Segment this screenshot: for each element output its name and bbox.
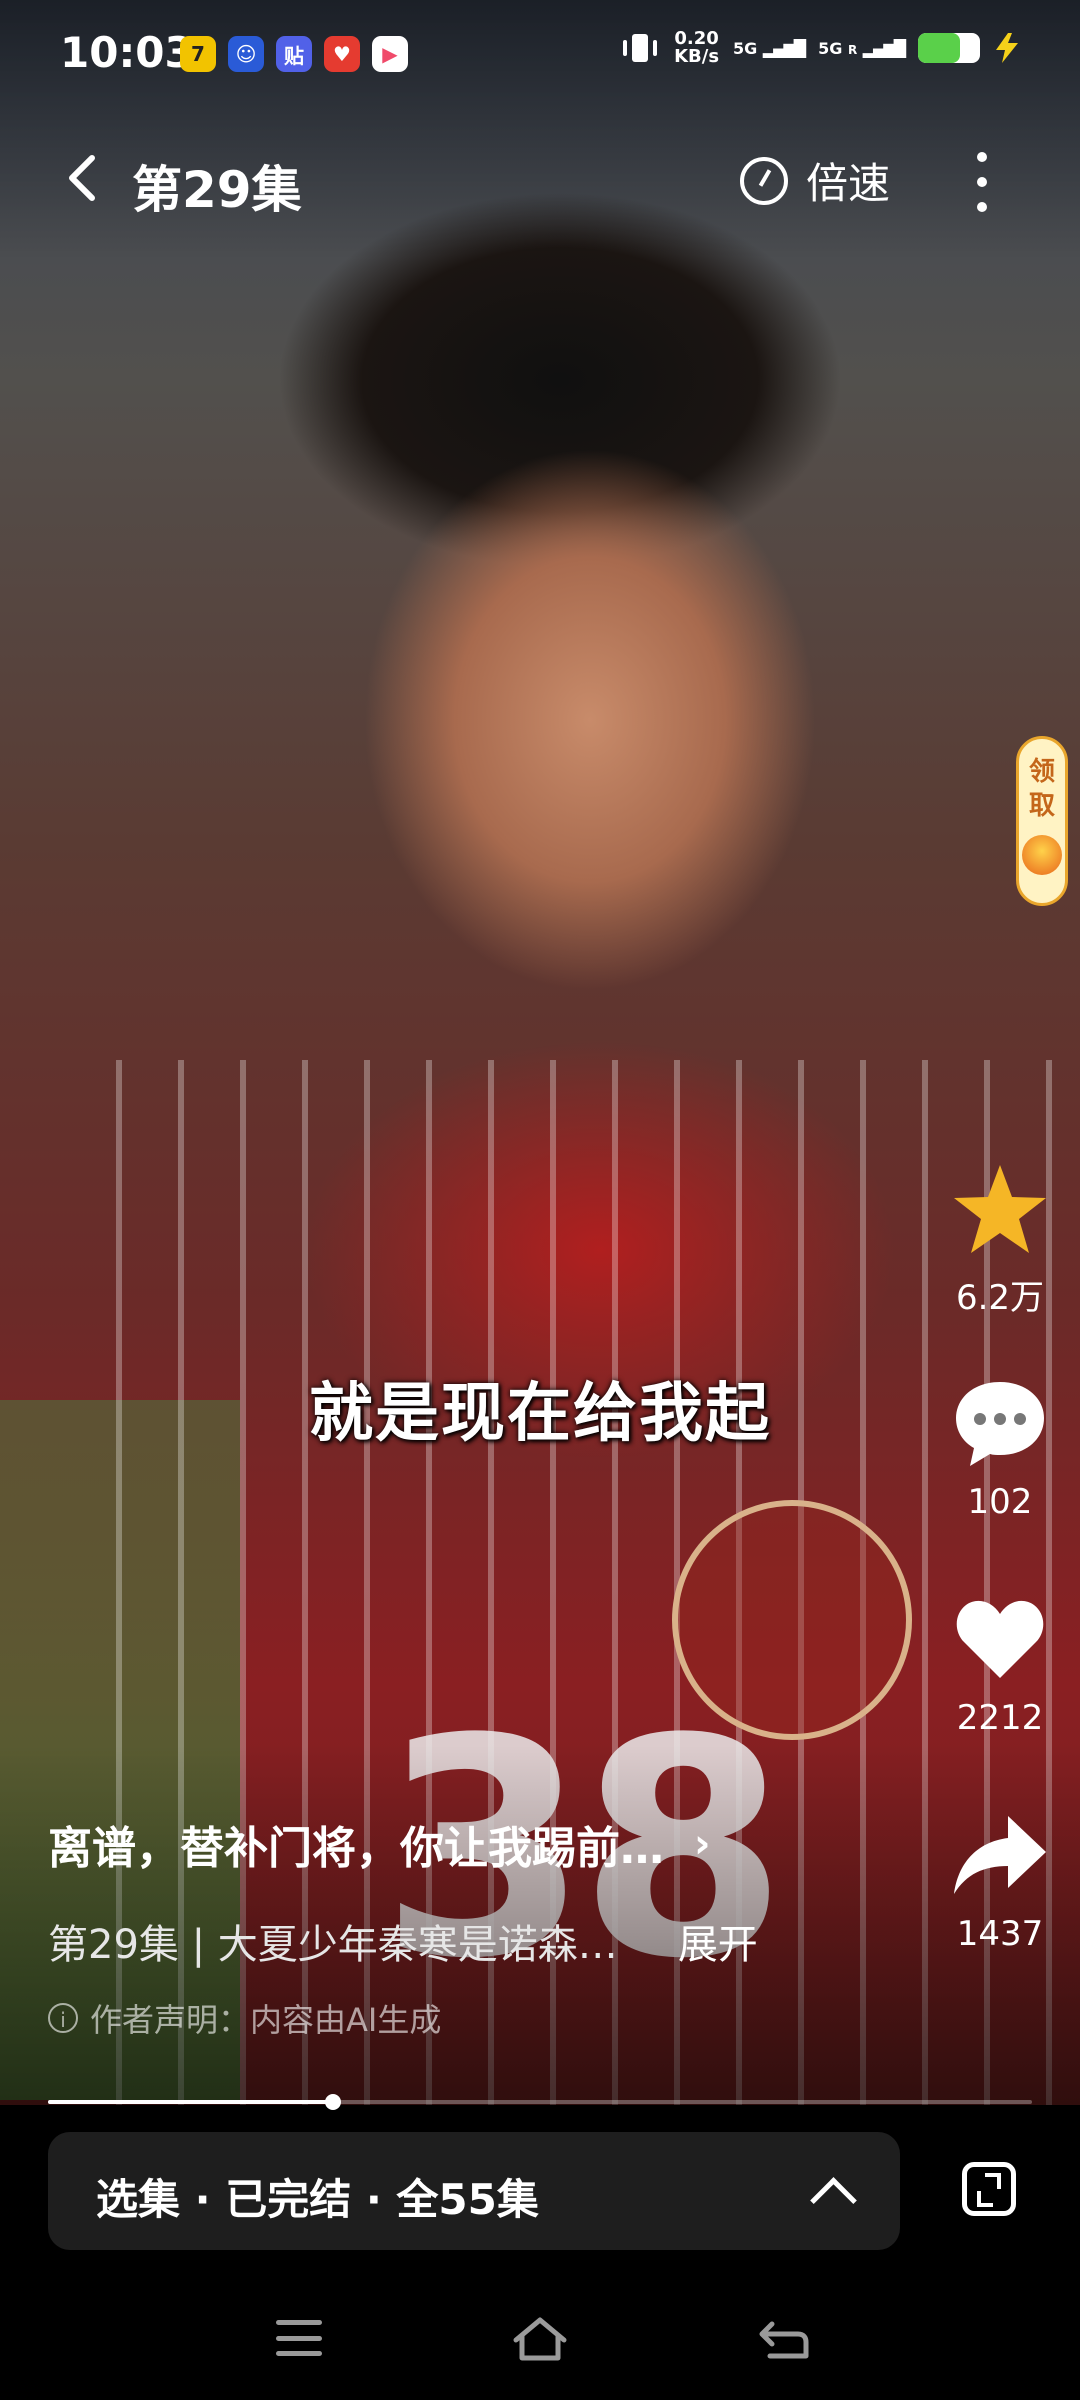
favorite-button[interactable]: 6.2万 xyxy=(940,1160,1060,1319)
vibrate-icon xyxy=(623,34,658,62)
comment-count: 102 xyxy=(967,1482,1033,1522)
video-app-notification-icon: ▶ xyxy=(372,36,408,72)
system-back-icon[interactable] xyxy=(756,2316,812,2364)
like-count: 2212 xyxy=(956,1698,1044,1738)
notification-icons: 7 ☺ 贴 ♥ ▶ xyxy=(180,36,408,72)
ai-disclaimer: i 作者声明：内容由AI生成 xyxy=(48,1995,441,2041)
drama-title: 离谱，替补门将，你让我踢前… xyxy=(48,1823,664,1874)
speed-label: 倍速 xyxy=(806,159,891,208)
chevron-up-icon xyxy=(810,2177,857,2224)
gold-coin-icon xyxy=(1022,835,1062,875)
playback-speed-button[interactable]: 倍速 xyxy=(740,150,890,211)
signal-2-icon: 5G R ▂▄▆█ xyxy=(818,38,906,58)
more-options-icon[interactable] xyxy=(972,152,992,212)
video-progress-bar[interactable] xyxy=(48,2094,1032,2110)
episode-synopsis: 第29集 | 大夏少年秦寒是诺森… xyxy=(48,1922,618,1968)
comment-button[interactable]: 102 xyxy=(940,1376,1060,1522)
signal-1-icon: 5G ▂▄▆█ xyxy=(733,38,806,58)
baidu-notification-icon: ☺ xyxy=(228,36,264,72)
star-icon xyxy=(954,1165,1046,1253)
status-time: 10:03 xyxy=(60,28,194,77)
reward-claim-badge[interactable]: 领 取 xyxy=(1016,736,1068,906)
heart-icon xyxy=(956,1600,1044,1678)
system-nav-bar xyxy=(0,2300,1080,2380)
chevron-right-icon: › xyxy=(694,1821,711,1867)
network-speed: 0.20 KB/s xyxy=(674,28,720,67)
pdd-notification-icon: ♥ xyxy=(324,36,360,72)
share-arrow-icon xyxy=(954,1816,1046,1894)
status-bar: 10:03 7 ☺ 贴 ♥ ▶ 0.20 KB/s 5G ▂▄▆█ 5G R ▂… xyxy=(0,0,1080,110)
like-button[interactable]: 2212 xyxy=(940,1592,1060,1738)
episode-selector[interactable]: 选集 · 已完结 · 全55集 xyxy=(48,2132,900,2250)
top-nav: 第29集 倍速 xyxy=(0,130,1080,230)
tieba-notification-icon: 贴 xyxy=(276,36,312,72)
status-right: 0.20 KB/s 5G ▂▄▆█ 5G R ▂▄▆█ xyxy=(620,30,1020,66)
home-icon[interactable] xyxy=(510,2314,570,2366)
video-subtitle: 就是现在给我起 xyxy=(309,1377,771,1451)
video-player[interactable]: 38 xyxy=(0,0,1080,2105)
battery-icon xyxy=(918,33,980,63)
favorite-count: 6.2万 xyxy=(955,1278,1045,1318)
episode-title: 第29集 xyxy=(132,161,302,219)
expand-button[interactable]: 展开 xyxy=(678,1912,758,1970)
speed-dial-icon xyxy=(740,156,788,205)
comment-bubble-icon xyxy=(956,1382,1044,1466)
progress-fill xyxy=(48,2100,334,2104)
charging-icon xyxy=(996,33,1018,63)
drama-title-link[interactable]: 离谱，替补门将，你让我踢前… › xyxy=(48,1812,710,1876)
back-arrow-icon[interactable] xyxy=(58,148,108,208)
fullscreen-icon[interactable] xyxy=(962,2162,1016,2216)
episode-selector-label: 选集 · 已完结 · 全55集 xyxy=(96,2175,539,2224)
disclaimer-text: 作者声明：内容由AI生成 xyxy=(90,2001,442,2039)
app-notification-icon: 7 xyxy=(180,36,216,72)
share-count: 1437 xyxy=(956,1914,1044,1954)
share-button[interactable]: 1437 xyxy=(940,1808,1060,1954)
info-icon: i xyxy=(48,2003,78,2033)
progress-handle[interactable] xyxy=(325,2094,342,2110)
recent-apps-icon[interactable] xyxy=(276,2320,322,2356)
episode-description: 第29集 | 大夏少年秦寒是诺森… 展开 xyxy=(48,1912,758,1970)
